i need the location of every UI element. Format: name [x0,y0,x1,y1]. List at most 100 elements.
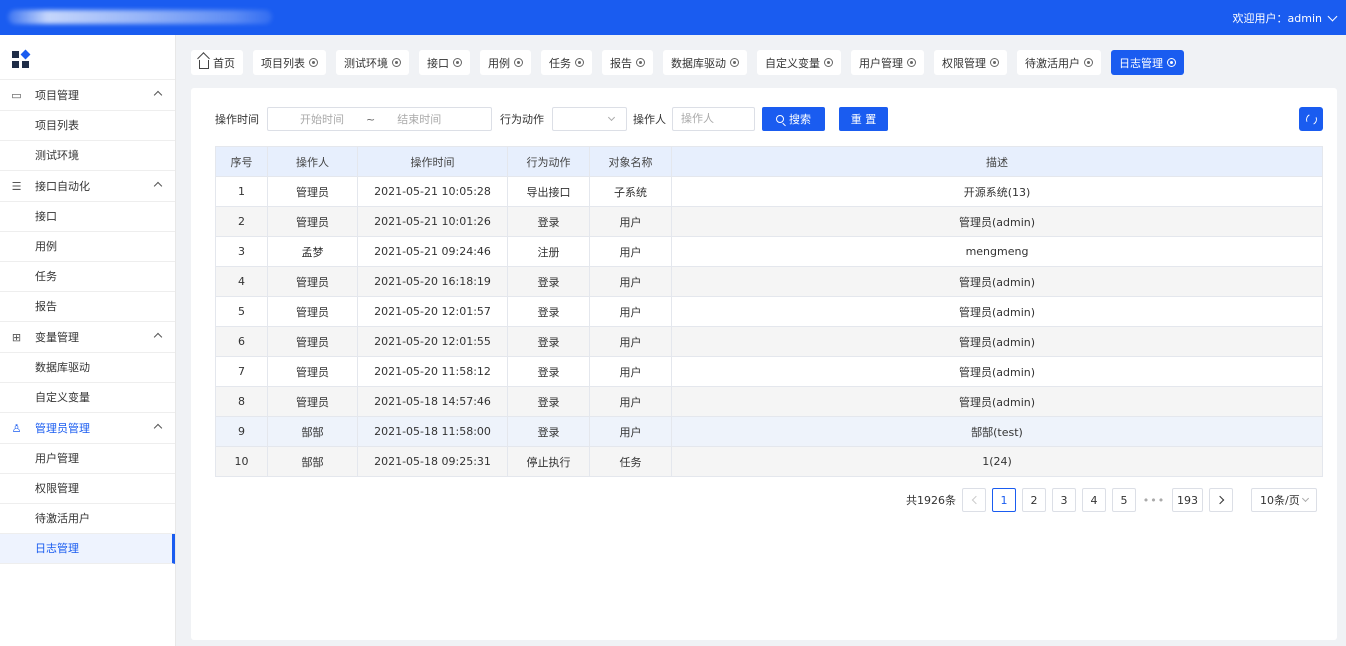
tab-case[interactable]: 用例 [480,50,531,75]
chevron-up-icon [153,423,163,433]
date-range-picker[interactable]: 开始时间 ~ 结束时间 [267,107,492,131]
sidebar-group-api-automation[interactable]: ☰ 接口自动化 [0,171,175,202]
close-icon[interactable] [990,58,999,67]
table-cell: 管理员 [267,206,358,237]
table-cell: 管理员(admin) [671,356,1323,387]
page-button[interactable]: 1 [992,488,1016,512]
tab-test-env[interactable]: 测试环境 [336,50,409,75]
close-icon[interactable] [730,58,739,67]
chevron-left-icon [971,495,980,505]
table-cell: 管理员(admin) [671,206,1323,237]
table-cell: 停止执行 [507,446,590,477]
tab-label: 自定义变量 [765,56,820,70]
welcome-text: 欢迎用户：admin [1232,12,1322,25]
start-time-placeholder: 开始时间 [300,113,344,126]
column-header: 行为动作 [507,146,590,177]
sidebar-group-label: 变量管理 [35,331,79,344]
tab-api[interactable]: 接口 [419,50,470,75]
table-cell: 登录 [507,416,590,447]
user-menu[interactable]: 欢迎用户：admin [1232,10,1338,26]
page-size-select[interactable]: 10条/页 [1251,488,1317,512]
sidebar-group-variables[interactable]: ⊞ 变量管理 [0,322,175,353]
sidebar-item-report[interactable]: 报告 [0,292,175,322]
table-cell: 注册 [507,236,590,267]
tab-label: 报告 [610,56,632,70]
tab-db-driver[interactable]: 数据库驱动 [663,50,747,75]
page-button-last[interactable]: 193 [1172,488,1203,512]
close-icon[interactable] [1084,58,1093,67]
end-time-placeholder: 结束时间 [397,113,442,126]
reset-button[interactable]: 重 置 [839,107,888,131]
table-cell: 管理员(admin) [671,386,1323,417]
sidebar-group-admin[interactable]: ♙ 管理员管理 [0,413,175,444]
hierarchy-icon: ⊞ [11,330,22,344]
prev-page-button[interactable] [962,488,986,512]
table-cell: 管理员 [267,296,358,327]
refresh-button[interactable] [1299,107,1323,131]
tab-task[interactable]: 任务 [541,50,592,75]
sidebar-item-task[interactable]: 任务 [0,262,175,292]
tab-label: 数据库驱动 [671,56,726,70]
sidebar-item-project-list[interactable]: 项目列表 [0,111,175,141]
tab-label: 用户管理 [859,56,903,70]
close-icon[interactable] [907,58,916,67]
sidebar-item-pending-users[interactable]: 待激活用户 [0,504,175,534]
operator-label: 操作人 [633,113,666,126]
page-button[interactable]: 3 [1052,488,1076,512]
ellipsis[interactable]: ••• [1142,494,1166,507]
sidebar-item-log-mgmt[interactable]: 日志管理 [0,534,175,564]
column-header: 对象名称 [589,146,672,177]
range-separator: ~ [366,112,376,126]
close-icon[interactable] [636,58,645,67]
table-cell: 6 [215,326,268,357]
next-page-button[interactable] [1209,488,1233,512]
action-select[interactable] [552,107,627,131]
sidebar-logo[interactable] [0,35,175,80]
close-icon[interactable] [514,58,523,67]
tab-permission[interactable]: 权限管理 [934,50,1007,75]
close-icon[interactable] [1167,58,1176,67]
table-cell: 2021-05-20 11:58:12 [357,356,508,387]
tab-project-list[interactable]: 项目列表 [253,50,326,75]
sidebar-item-permission[interactable]: 权限管理 [0,474,175,504]
operator-input[interactable]: 操作人 [672,107,755,131]
sidebar-group-project[interactable]: ▭ 项目管理 [0,80,175,111]
chevron-down-icon [1327,11,1338,21]
tab-home[interactable]: 首页 [191,50,243,75]
tab-label: 日志管理 [1119,56,1163,70]
log-table: 序号 操作人 操作时间 行为动作 对象名称 描述 1 管理员 2021-05-2… [215,146,1323,477]
sidebar-item-user-mgmt[interactable]: 用户管理 [0,444,175,474]
tab-pending-users[interactable]: 待激活用户 [1017,50,1101,75]
page-button[interactable]: 4 [1082,488,1106,512]
tab-report[interactable]: 报告 [602,50,653,75]
tab-custom-var[interactable]: 自定义变量 [757,50,841,75]
close-icon[interactable] [575,58,584,67]
close-icon[interactable] [309,58,318,67]
search-button[interactable]: 搜索 [762,107,825,131]
table-cell: mengmeng [671,236,1323,267]
tab-label: 待激活用户 [1025,56,1080,70]
table-cell: 郜郜(test) [671,416,1323,447]
sidebar-item-api[interactable]: 接口 [0,202,175,232]
table-cell: 2 [215,206,268,237]
table-cell: 2021-05-21 10:01:26 [357,206,508,237]
sidebar-item-test-env[interactable]: 测试环境 [0,141,175,171]
top-bar: 欢迎用户：admin [0,0,1346,35]
table-cell: 登录 [507,386,590,417]
page-button[interactable]: 2 [1022,488,1046,512]
user-icon: ♙ [11,421,22,435]
tab-label: 任务 [549,56,571,70]
sidebar-item-case[interactable]: 用例 [0,232,175,262]
sidebar-item-custom-var[interactable]: 自定义变量 [0,383,175,413]
page-button[interactable]: 5 [1112,488,1136,512]
tab-user-mgmt[interactable]: 用户管理 [851,50,924,75]
tab-log-mgmt[interactable]: 日志管理 [1111,50,1184,75]
column-header: 操作人 [267,146,358,177]
tab-label: 权限管理 [942,56,986,70]
close-icon[interactable] [824,58,833,67]
sidebar-item-db-driver[interactable]: 数据库驱动 [0,353,175,383]
close-icon[interactable] [453,58,462,67]
close-icon[interactable] [392,58,401,67]
tab-bar: 首页 项目列表 测试环境 接口 用例 任务 报告 数据库驱动 自定义变量 用户管… [191,50,1184,75]
apps-icon [12,49,31,69]
